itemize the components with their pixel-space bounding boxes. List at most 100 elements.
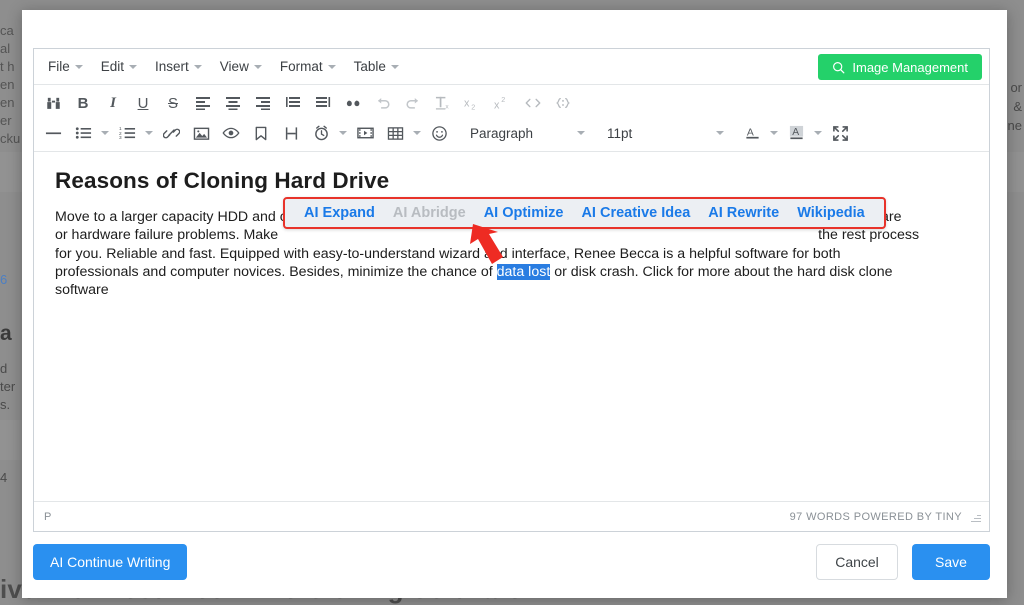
bg-number-fragment: 4 — [0, 470, 8, 485]
underline-icon[interactable]: U — [129, 90, 157, 116]
page-break-icon[interactable] — [277, 120, 305, 146]
ai-optimize-button[interactable]: AI Optimize — [475, 204, 573, 222]
align-left-icon[interactable] — [189, 90, 217, 116]
menu-edit[interactable]: Edit — [93, 55, 145, 78]
svg-text:x: x — [464, 98, 470, 110]
bg-text-fragment: & — [1013, 99, 1022, 114]
block-format-select[interactable]: Paragraph — [461, 120, 591, 146]
table-chevron-down-icon[interactable] — [410, 120, 424, 146]
ai-rewrite-button[interactable]: AI Rewrite — [699, 204, 788, 222]
wikipedia-button[interactable]: Wikipedia — [788, 204, 874, 222]
numbered-list-icon[interactable]: 1 2 3 — [113, 120, 141, 146]
cancel-button[interactable]: Cancel — [816, 544, 898, 580]
element-path[interactable]: P — [44, 511, 52, 523]
blockquote-icon[interactable] — [339, 90, 367, 116]
chevron-down-icon — [193, 64, 202, 69]
italic-icon[interactable]: I — [99, 90, 127, 116]
text-color-chevron-down-icon[interactable] — [767, 120, 781, 146]
indent-icon[interactable] — [309, 90, 337, 116]
ai-expand-button[interactable]: AI Expand — [295, 204, 384, 222]
code-sample-icon[interactable] — [549, 90, 577, 116]
bg-text-fragment: s. — [0, 397, 11, 412]
redo-icon[interactable] — [399, 90, 427, 116]
table-icon[interactable] — [381, 120, 409, 146]
numbered-list-chevron-down-icon[interactable] — [142, 120, 156, 146]
menu-table[interactable]: Table — [346, 55, 407, 78]
font-size-select[interactable]: 11pt — [598, 120, 730, 146]
subscript-icon[interactable]: x2 — [459, 90, 487, 116]
align-center-icon[interactable] — [219, 90, 247, 116]
media-icon[interactable] — [351, 120, 379, 146]
chevron-down-icon — [129, 64, 138, 69]
background-color-icon[interactable]: A — [782, 120, 810, 146]
editor-menubar: File Edit Insert View Format Table Image… — [34, 49, 989, 85]
remove-format-icon[interactable]: x — [429, 90, 457, 116]
link-icon[interactable] — [157, 120, 185, 146]
menu-table-label: Table — [353, 59, 386, 74]
chevron-down-icon — [577, 131, 585, 135]
bg-right-fragments: or & ne — [1008, 78, 1022, 135]
bg-text-fragment: ca — [0, 23, 14, 38]
menu-file[interactable]: File — [40, 55, 91, 78]
bg-text-fragment: t h — [0, 59, 15, 74]
strikethrough-icon[interactable]: S — [159, 90, 187, 116]
screen: ca al t h en en er cku 6 a d ter s. 4 or… — [0, 0, 1024, 605]
word-count-and-branding: 97 WORDS POWERED BY TINY — [789, 510, 962, 523]
svg-text:2: 2 — [471, 102, 475, 111]
svg-text:A: A — [746, 127, 753, 138]
bg-link-fragment: 6 — [0, 272, 8, 287]
emoticon-icon[interactable] — [425, 120, 453, 146]
bg-text-fragment: ne — [1007, 118, 1022, 133]
undo-icon[interactable] — [369, 90, 397, 116]
body-line-1: Move to a larger capacity HDD and c — [55, 209, 287, 225]
searchreplace-binoculars-icon[interactable] — [39, 90, 67, 116]
image-management-button[interactable]: Image Management — [818, 54, 982, 80]
editor-modal: File Edit Insert View Format Table Image… — [22, 10, 1007, 598]
background-color-chevron-down-icon[interactable] — [811, 120, 825, 146]
ai-creative-idea-button[interactable]: AI Creative Idea — [572, 204, 699, 222]
menu-insert[interactable]: Insert — [147, 55, 210, 78]
chevron-down-icon — [74, 64, 83, 69]
bg-text-fragment: ter — [0, 379, 16, 394]
svg-text:A: A — [792, 127, 799, 138]
bullet-list-chevron-down-icon[interactable] — [98, 120, 112, 146]
svg-text:x: x — [445, 104, 449, 111]
superscript-icon[interactable]: x2 — [489, 90, 517, 116]
menu-view-label: View — [219, 59, 249, 74]
menu-format-label: Format — [279, 59, 323, 74]
editor-statusbar: P 97 WORDS POWERED BY TINY — [34, 501, 989, 531]
menu-format[interactable]: Format — [272, 55, 344, 78]
footer-actions: Cancel Save — [816, 544, 990, 580]
datetime-chevron-down-icon[interactable] — [336, 120, 350, 146]
svg-text:2: 2 — [501, 95, 505, 104]
text-color-icon[interactable]: A — [738, 120, 766, 146]
horizontal-rule-icon[interactable] — [39, 120, 67, 146]
image-icon[interactable] — [187, 120, 215, 146]
anchor-icon[interactable] — [247, 120, 275, 146]
insert-datetime-icon[interactable] — [307, 120, 335, 146]
source-code-icon[interactable] — [519, 90, 547, 116]
fullscreen-icon[interactable] — [826, 120, 854, 146]
bullet-list-icon[interactable] — [69, 120, 97, 146]
modal-footer: AI Continue Writing Cancel Save — [33, 544, 990, 580]
align-right-icon[interactable] — [249, 90, 277, 116]
align-justify-icon[interactable] — [279, 90, 307, 116]
bold-icon[interactable]: B — [69, 90, 97, 116]
image-management-label: Image Management — [852, 59, 968, 75]
save-button[interactable]: Save — [912, 544, 990, 580]
bg-text-fragment: cku — [0, 131, 21, 146]
bg-text-fragment: en — [0, 77, 15, 92]
body-line-4b: or disk crash. Click for more about the … — [550, 263, 893, 280]
bg-text-fragment: al — [0, 41, 11, 56]
preview-icon[interactable] — [217, 120, 245, 146]
body-line-5: software — [55, 282, 109, 299]
editor-content-area[interactable]: Reasons of Cloning Hard Drive Move to a … — [34, 152, 989, 501]
bg-text-fragment: en — [0, 95, 15, 110]
resize-handle[interactable] — [970, 511, 981, 522]
menu-view[interactable]: View — [212, 55, 270, 78]
tinymce-editor: File Edit Insert View Format Table Image… — [33, 48, 990, 532]
chevron-down-icon — [327, 64, 336, 69]
ai-continue-writing-button[interactable]: AI Continue Writing — [33, 544, 188, 580]
bg-text-fragment: d — [0, 361, 8, 376]
svg-text:x: x — [494, 99, 500, 111]
